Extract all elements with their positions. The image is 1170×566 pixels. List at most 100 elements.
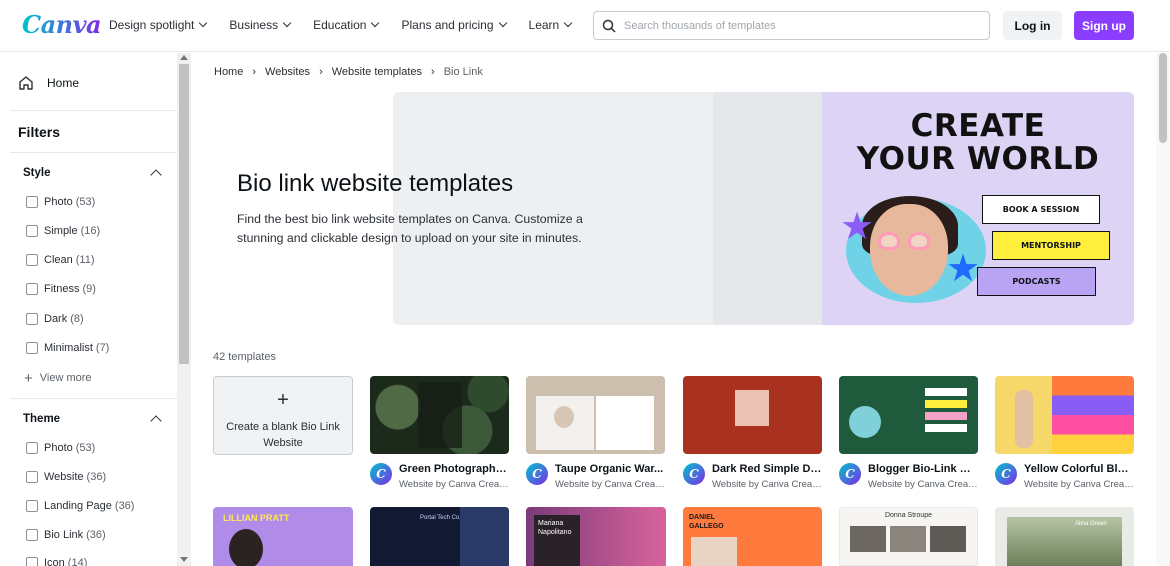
view-more-button[interactable]: + View more: [24, 369, 92, 387]
filter-option[interactable]: Icon (14): [26, 557, 87, 566]
nav-education[interactable]: Education: [313, 18, 380, 32]
template-thumbnail[interactable]: Portal Tech Co.: [370, 507, 509, 566]
template-subtitle: Website by Canva Creati...: [399, 479, 509, 490]
scrollbar-thumb[interactable]: [1159, 53, 1167, 143]
template-thumbnail[interactable]: Donna Stroupe: [839, 507, 978, 566]
template-subtitle: Website by Canva Creati...: [712, 479, 822, 490]
option-count: (16): [80, 225, 101, 237]
artwork-button-book: BOOK A SESSION: [982, 195, 1100, 224]
scroll-up-arrow-icon[interactable]: [180, 55, 188, 60]
create-blank-label: Create a blank Bio Link Website: [226, 421, 340, 449]
template-thumbnail[interactable]: [683, 376, 822, 454]
template-thumbnail[interactable]: [370, 376, 509, 454]
template-thumbnail[interactable]: LILLIAN PRATT: [213, 507, 353, 566]
plus-icon: +: [24, 369, 33, 387]
template-title: Dark Red Simple Da...: [712, 463, 822, 475]
template-thumbnail[interactable]: [839, 376, 978, 454]
thumbnail-text: Mariana Napolitano: [538, 520, 572, 536]
checkbox[interactable]: [26, 254, 38, 266]
search-icon: [602, 19, 616, 33]
artwork-headline: CREATE YOUR WORLD: [822, 110, 1134, 176]
filter-option[interactable]: Bio Link (36): [26, 529, 106, 541]
login-button[interactable]: Log in: [1003, 11, 1062, 40]
template-thumbnail[interactable]: Alina Green: [995, 507, 1134, 566]
filter-option[interactable]: Landing Page (36): [26, 500, 134, 512]
template-thumbnail[interactable]: DANIEL GALLEGO: [683, 507, 822, 566]
template-thumbnail[interactable]: [995, 376, 1134, 454]
scrollbar-thumb[interactable]: [179, 64, 189, 364]
checkbox[interactable]: [26, 313, 38, 325]
theme-section-title[interactable]: Theme: [23, 413, 60, 425]
filter-option[interactable]: Photo (53): [26, 196, 95, 208]
thumbnail-text: Donna Stroupe: [884, 512, 933, 519]
signup-button[interactable]: Sign up: [1074, 11, 1134, 40]
checkbox[interactable]: [26, 283, 38, 295]
search-input[interactable]: [624, 19, 964, 32]
option-label: Landing Page: [44, 500, 112, 512]
nav-plans-pricing[interactable]: Plans and pricing: [401, 18, 507, 32]
breadcrumb-websites[interactable]: Websites: [265, 66, 310, 78]
option-label: Fitness: [44, 283, 80, 295]
thumbnail-photo: [691, 537, 737, 566]
template-title: Green Photographic...: [399, 463, 509, 475]
chevron-up-icon[interactable]: [150, 415, 162, 427]
scroll-down-arrow-icon[interactable]: [180, 557, 188, 562]
main-nav: Design spotlight Business Education Plan…: [109, 18, 594, 32]
filter-option[interactable]: Website (36): [26, 471, 106, 483]
nav-label: Business: [229, 18, 279, 32]
nav-learn[interactable]: Learn: [529, 18, 573, 32]
thumbnail-text: LILLIAN PRATT: [223, 513, 290, 523]
checkbox[interactable]: [26, 442, 38, 454]
thumbnail-text: Portal Tech Co.: [420, 515, 461, 521]
checkbox[interactable]: [26, 500, 38, 512]
hero-background-band: [713, 92, 823, 325]
artwork-button-mentorship: MENTORSHIP: [992, 231, 1110, 260]
sidebar-home-link[interactable]: Home: [18, 75, 79, 91]
chevron-up-icon[interactable]: [150, 169, 162, 181]
page-title: Bio link website templates: [237, 170, 514, 197]
filter-option[interactable]: Clean (11): [26, 254, 95, 266]
heart-glasses-icon: [878, 232, 900, 250]
filter-option[interactable]: Fitness (9): [26, 283, 96, 295]
option-count: (36): [86, 529, 106, 541]
template-title: Taupe Organic War...: [555, 463, 664, 475]
thumbnail-portrait: [229, 529, 263, 566]
canva-creator-avatar: C: [995, 463, 1017, 485]
sidebar-scrollbar[interactable]: [177, 53, 191, 566]
create-blank-card[interactable]: + Create a blank Bio Link Website: [213, 376, 353, 455]
heart-glasses-icon: [908, 232, 930, 250]
option-count: (7): [95, 342, 110, 354]
checkbox[interactable]: [26, 529, 38, 541]
nav-business[interactable]: Business: [229, 18, 292, 32]
checkbox[interactable]: [26, 342, 38, 354]
home-label: Home: [47, 76, 80, 90]
filter-option[interactable]: Dark (8): [26, 313, 84, 325]
canva-logo[interactable]: Canva: [22, 10, 102, 39]
checkbox[interactable]: [26, 196, 38, 208]
nav-design-spotlight[interactable]: Design spotlight: [109, 18, 208, 32]
option-count: (53): [75, 442, 96, 454]
thumbnail-photo: [850, 526, 886, 552]
filter-option[interactable]: Photo (53): [26, 442, 95, 454]
canva-creator-avatar: C: [526, 463, 548, 485]
breadcrumb-home[interactable]: Home: [214, 66, 243, 78]
option-count: (36): [114, 500, 135, 512]
chevron-right-icon: ›: [252, 66, 257, 78]
breadcrumb-website-templates[interactable]: Website templates: [332, 66, 422, 78]
option-count: (9): [82, 283, 96, 295]
checkbox[interactable]: [26, 471, 38, 483]
template-thumbnail[interactable]: [526, 376, 665, 454]
thumbnail-portrait: [554, 406, 574, 428]
filter-option[interactable]: Simple (16): [26, 225, 100, 237]
page-scrollbar[interactable]: [1156, 53, 1170, 566]
option-count: (53): [75, 196, 96, 208]
option-label: Simple: [44, 225, 78, 237]
template-thumbnail[interactable]: Mariana Napolitano: [526, 507, 666, 566]
checkbox[interactable]: [26, 225, 38, 237]
filter-option[interactable]: Minimalist (7): [26, 342, 109, 354]
thumbnail-button: [925, 412, 967, 420]
checkbox[interactable]: [26, 557, 38, 566]
thumbnail-button: [925, 388, 967, 396]
search-bar: [593, 11, 990, 40]
style-section-title[interactable]: Style: [23, 167, 51, 179]
